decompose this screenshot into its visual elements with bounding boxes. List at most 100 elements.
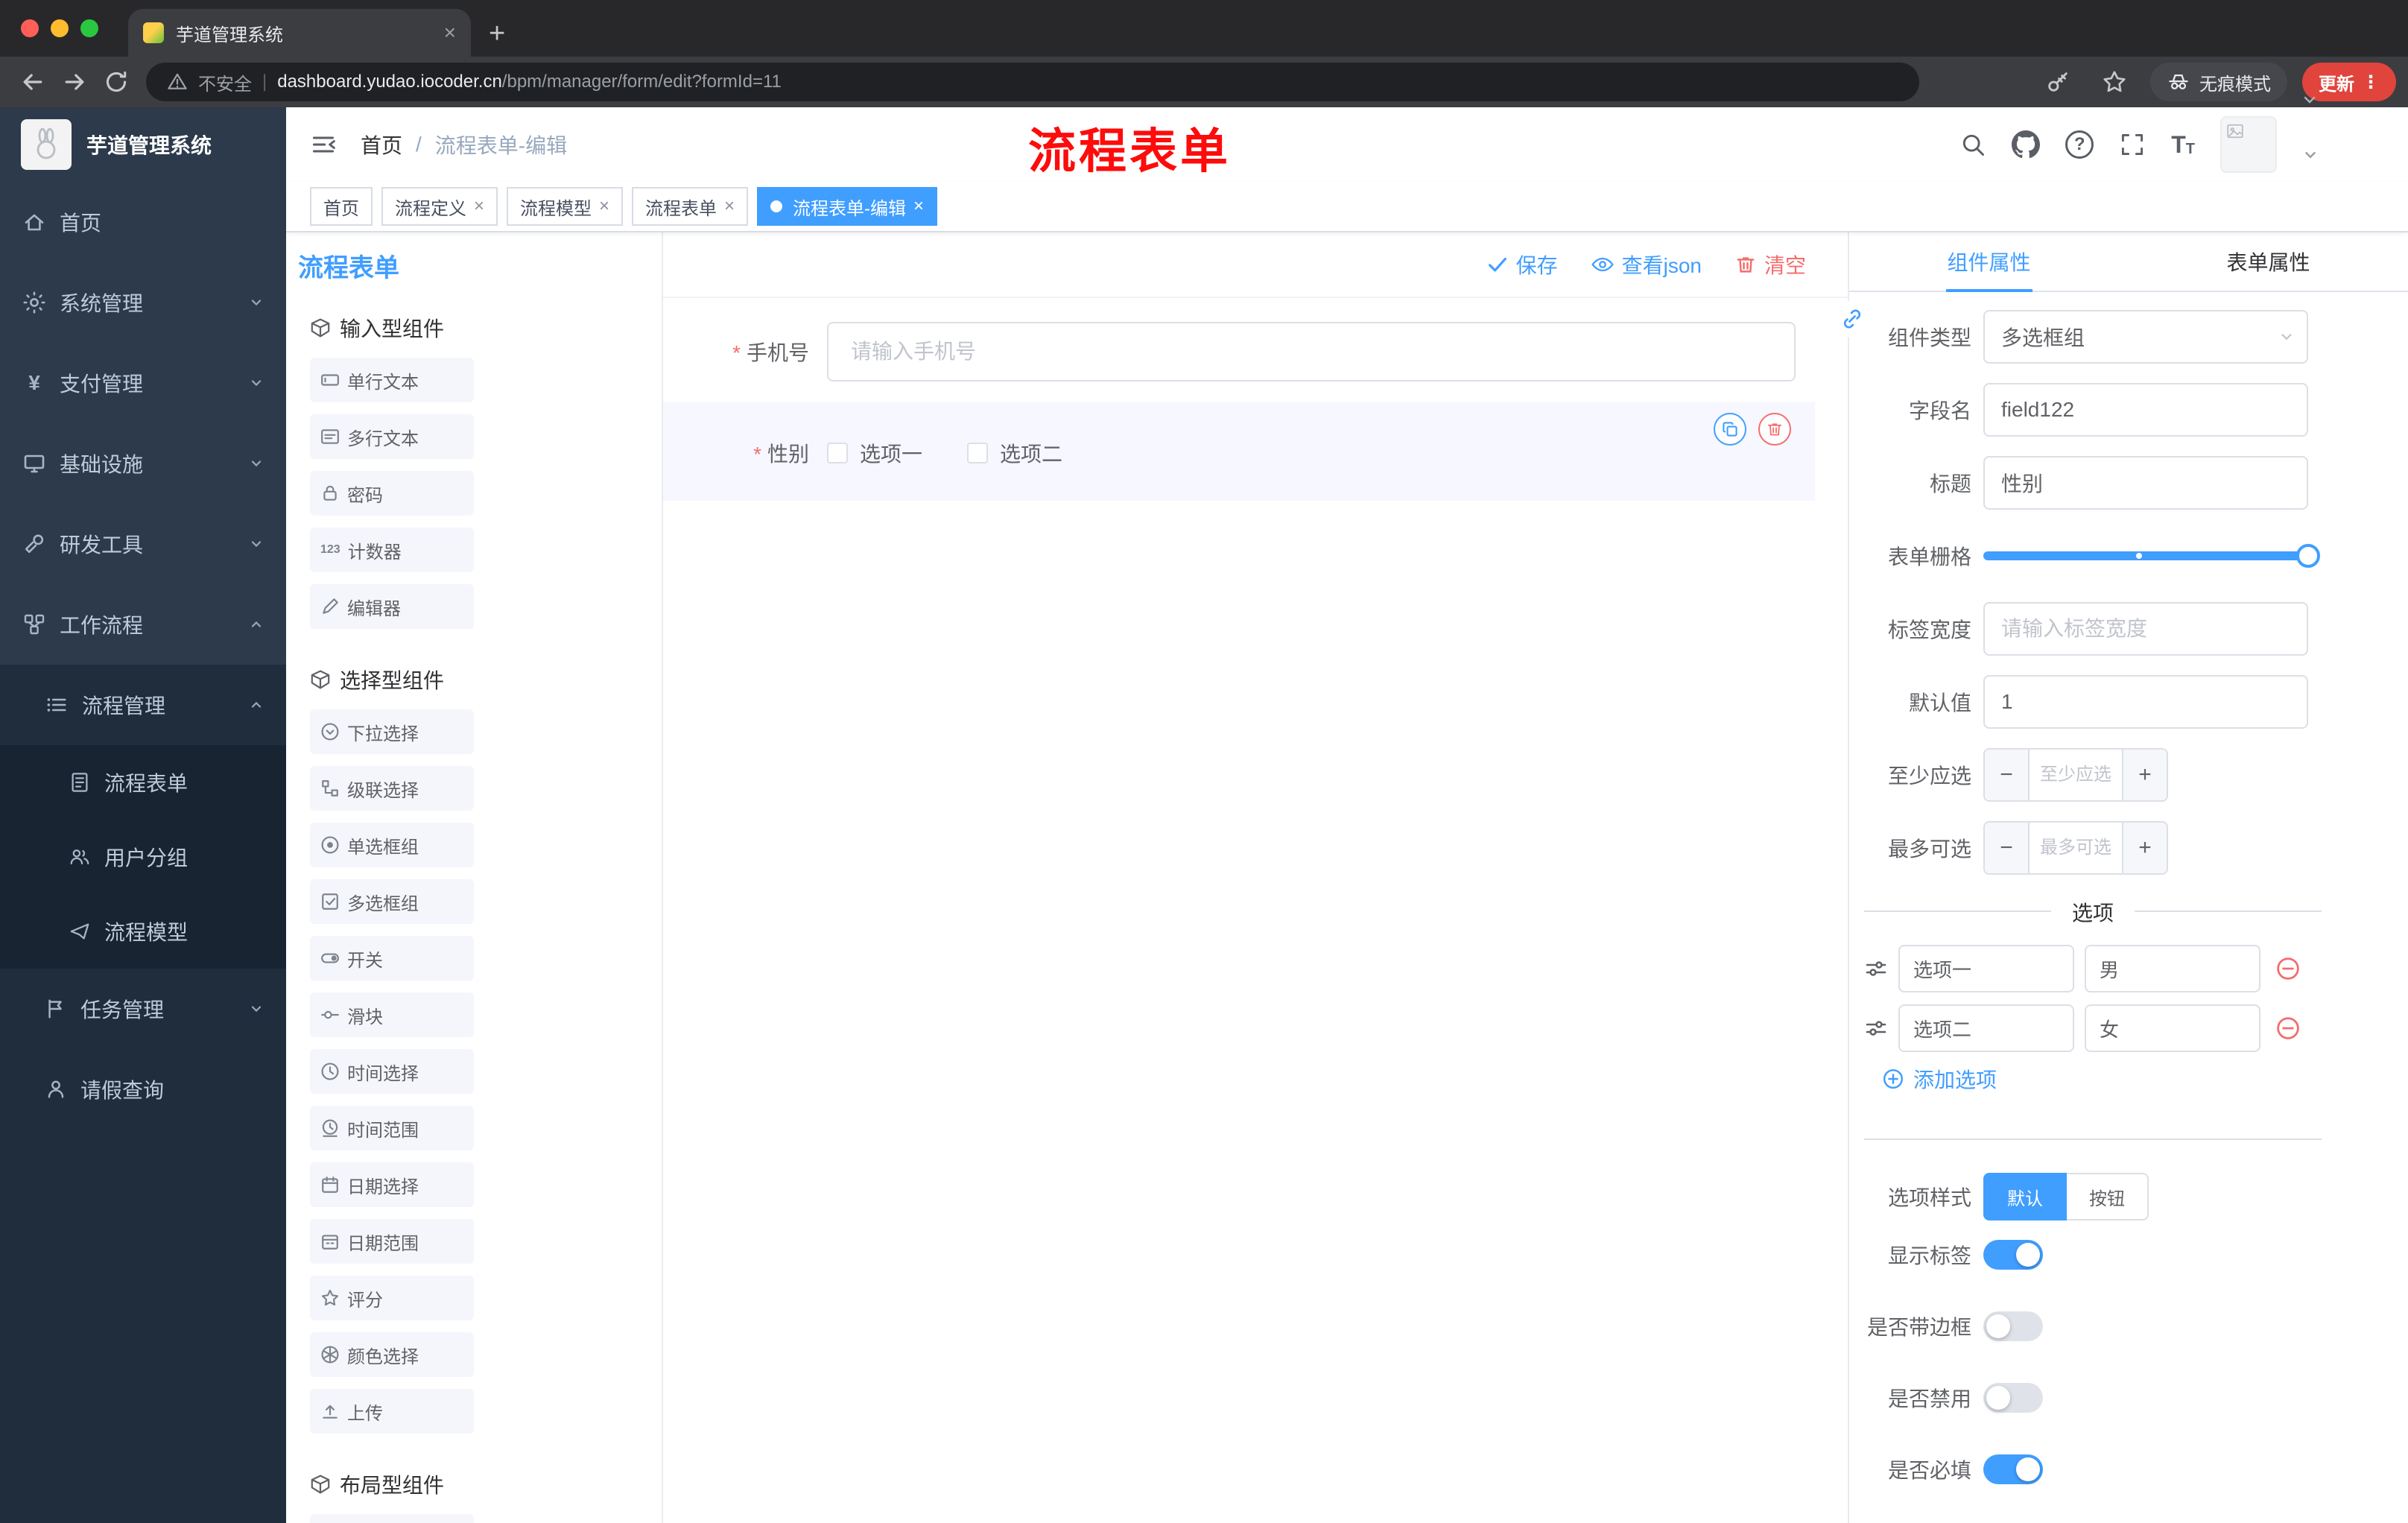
palette-item-checkbox-group[interactable]: 多选框组: [310, 879, 474, 924]
show-label-switch[interactable]: [1983, 1240, 2043, 1270]
palette-item-cascader[interactable]: 级联选择: [310, 766, 474, 811]
tab-component-props[interactable]: 组件属性: [1849, 232, 2129, 291]
chevron-down-icon[interactable]: [2302, 147, 2319, 163]
sidebar-item-user-groups[interactable]: 用户分组: [0, 820, 286, 894]
palette-item-radio-group[interactable]: 单选框组: [310, 823, 474, 867]
back-button[interactable]: [12, 61, 54, 103]
minimize-window-button[interactable]: [51, 19, 69, 37]
sidebar-item-process-form[interactable]: 流程表单: [0, 745, 286, 820]
fullscreen-icon[interactable]: [2119, 131, 2146, 158]
address-bar[interactable]: 不安全 | dashboard.yudao.iocoder.cn/bpm/man…: [146, 63, 1919, 101]
title-input[interactable]: [1983, 456, 2308, 510]
tag-process-definition[interactable]: 流程定义 ×: [381, 187, 498, 226]
breadcrumb-home[interactable]: 首页: [361, 130, 402, 159]
sidebar-item-workflow[interactable]: 工作流程: [0, 584, 286, 665]
maximize-window-button[interactable]: [80, 19, 98, 37]
avatar[interactable]: [2220, 116, 2277, 173]
palette-item-switch[interactable]: 开关: [310, 936, 474, 981]
palette-item-date-range[interactable]: 日期范围: [310, 1219, 474, 1264]
field-gender-selected[interactable]: 性别 选项一 选项二: [663, 402, 1815, 501]
gender-option-1[interactable]: 选项一: [827, 438, 922, 468]
palette-item-color-picker[interactable]: 颜色选择: [310, 1332, 474, 1377]
link-icon[interactable]: [1834, 301, 1870, 337]
search-icon[interactable]: [1959, 131, 1986, 158]
palette-item-upload[interactable]: 上传: [310, 1389, 474, 1434]
copy-field-button[interactable]: [1714, 413, 1746, 446]
slider-track[interactable]: [1983, 551, 2308, 560]
field-name-input[interactable]: [1983, 383, 2308, 437]
browser-tab[interactable]: 芋道管理系统 ×: [128, 9, 471, 57]
decrease-button[interactable]: −: [1985, 750, 2030, 800]
border-switch[interactable]: [1983, 1311, 2043, 1341]
drag-handle-icon[interactable]: [1864, 957, 1888, 981]
slider-handle[interactable]: [2296, 544, 2320, 568]
remove-option-button[interactable]: [2275, 956, 2301, 981]
tag-close-icon[interactable]: ×: [474, 197, 484, 215]
remove-option-button[interactable]: [2275, 1016, 2301, 1041]
tag-close-icon[interactable]: ×: [724, 197, 735, 215]
palette-item-single-line-text[interactable]: 单行文本: [310, 358, 474, 402]
tab-close-icon[interactable]: ×: [444, 22, 456, 43]
palette-item-select[interactable]: 下拉选择: [310, 709, 474, 754]
palette-item-time-range[interactable]: 时间范围: [310, 1106, 474, 1150]
palette-item-date-picker[interactable]: 日期选择: [310, 1162, 474, 1207]
grid-slider[interactable]: [1983, 529, 2320, 583]
sidebar-item-infra[interactable]: 基础设施: [0, 423, 286, 504]
view-json-button[interactable]: 查看json: [1591, 250, 1702, 279]
new-tab-button[interactable]: +: [489, 19, 505, 48]
max-select-input[interactable]: [2030, 823, 2122, 873]
tab-form-props[interactable]: 表单属性: [2129, 232, 2408, 291]
increase-button[interactable]: +: [2122, 750, 2167, 800]
palette-item-rate[interactable]: 评分: [310, 1276, 474, 1320]
option-value-input[interactable]: [2085, 945, 2260, 992]
close-window-button[interactable]: [21, 19, 39, 37]
sidebar-item-home[interactable]: 首页: [0, 182, 286, 262]
decrease-button[interactable]: −: [1985, 823, 2030, 873]
tag-close-icon[interactable]: ×: [599, 197, 609, 215]
delete-field-button[interactable]: [1758, 413, 1791, 446]
palette-item-textarea[interactable]: 多行文本: [310, 414, 474, 459]
sidebar-item-process-mgmt[interactable]: 流程管理: [0, 665, 286, 745]
palette-item-row-container[interactable]: 行容器: [310, 1514, 474, 1523]
palette-item-time-picker[interactable]: 时间选择: [310, 1049, 474, 1094]
component-type-select[interactable]: 多选框组: [1983, 310, 2308, 364]
clear-button[interactable]: 清空: [1734, 250, 1806, 279]
default-value-input[interactable]: [1983, 675, 2308, 729]
tag-close-icon[interactable]: ×: [913, 197, 924, 215]
sidebar-logo[interactable]: 芋道管理系统: [0, 107, 286, 182]
drag-handle-icon[interactable]: [1864, 1016, 1888, 1040]
github-icon[interactable]: [2012, 130, 2041, 159]
save-button[interactable]: 保存: [1486, 250, 1558, 279]
option-value-input[interactable]: [2085, 1004, 2260, 1052]
phone-input[interactable]: [827, 322, 1796, 381]
required-switch[interactable]: [1983, 1454, 2043, 1484]
style-button-button[interactable]: 按钮: [2067, 1173, 2149, 1220]
gender-option-2[interactable]: 选项二: [967, 438, 1062, 468]
tag-home[interactable]: 首页: [310, 187, 373, 226]
min-select-input[interactable]: [2030, 750, 2122, 800]
sidebar-item-devtools[interactable]: 研发工具: [0, 504, 286, 584]
sidebar-item-payment[interactable]: ¥ 支付管理: [0, 343, 286, 423]
option-label-input[interactable]: [1898, 1004, 2074, 1052]
palette-item-counter[interactable]: 123 计数器: [310, 528, 474, 572]
sidebar-item-leave-query[interactable]: 请假查询: [0, 1049, 286, 1130]
incognito-badge[interactable]: 无痕模式: [2150, 63, 2287, 101]
label-width-input[interactable]: [1983, 602, 2308, 656]
tag-process-form[interactable]: 流程表单 ×: [632, 187, 749, 226]
sidebar-item-task-mgmt[interactable]: 任务管理: [0, 969, 286, 1049]
password-key-icon[interactable]: [2037, 61, 2079, 103]
tag-process-model[interactable]: 流程模型 ×: [507, 187, 624, 226]
palette-item-slider[interactable]: 滑块: [310, 992, 474, 1037]
forward-button[interactable]: [54, 61, 95, 103]
increase-button[interactable]: +: [2122, 823, 2167, 873]
style-default-button[interactable]: 默认: [1983, 1173, 2067, 1220]
palette-item-password[interactable]: 密码: [310, 471, 474, 516]
palette-item-editor[interactable]: 编辑器: [310, 584, 474, 629]
font-size-icon[interactable]: TT: [2171, 133, 2195, 156]
collapse-sidebar-icon[interactable]: [310, 131, 337, 158]
reload-button[interactable]: [95, 61, 137, 103]
tag-process-form-edit[interactable]: 流程表单-编辑 ×: [757, 187, 938, 226]
add-option-button[interactable]: 添加选项: [1849, 1064, 2408, 1094]
chevron-down-icon[interactable]: [2301, 91, 2319, 109]
option-label-input[interactable]: [1898, 945, 2074, 992]
